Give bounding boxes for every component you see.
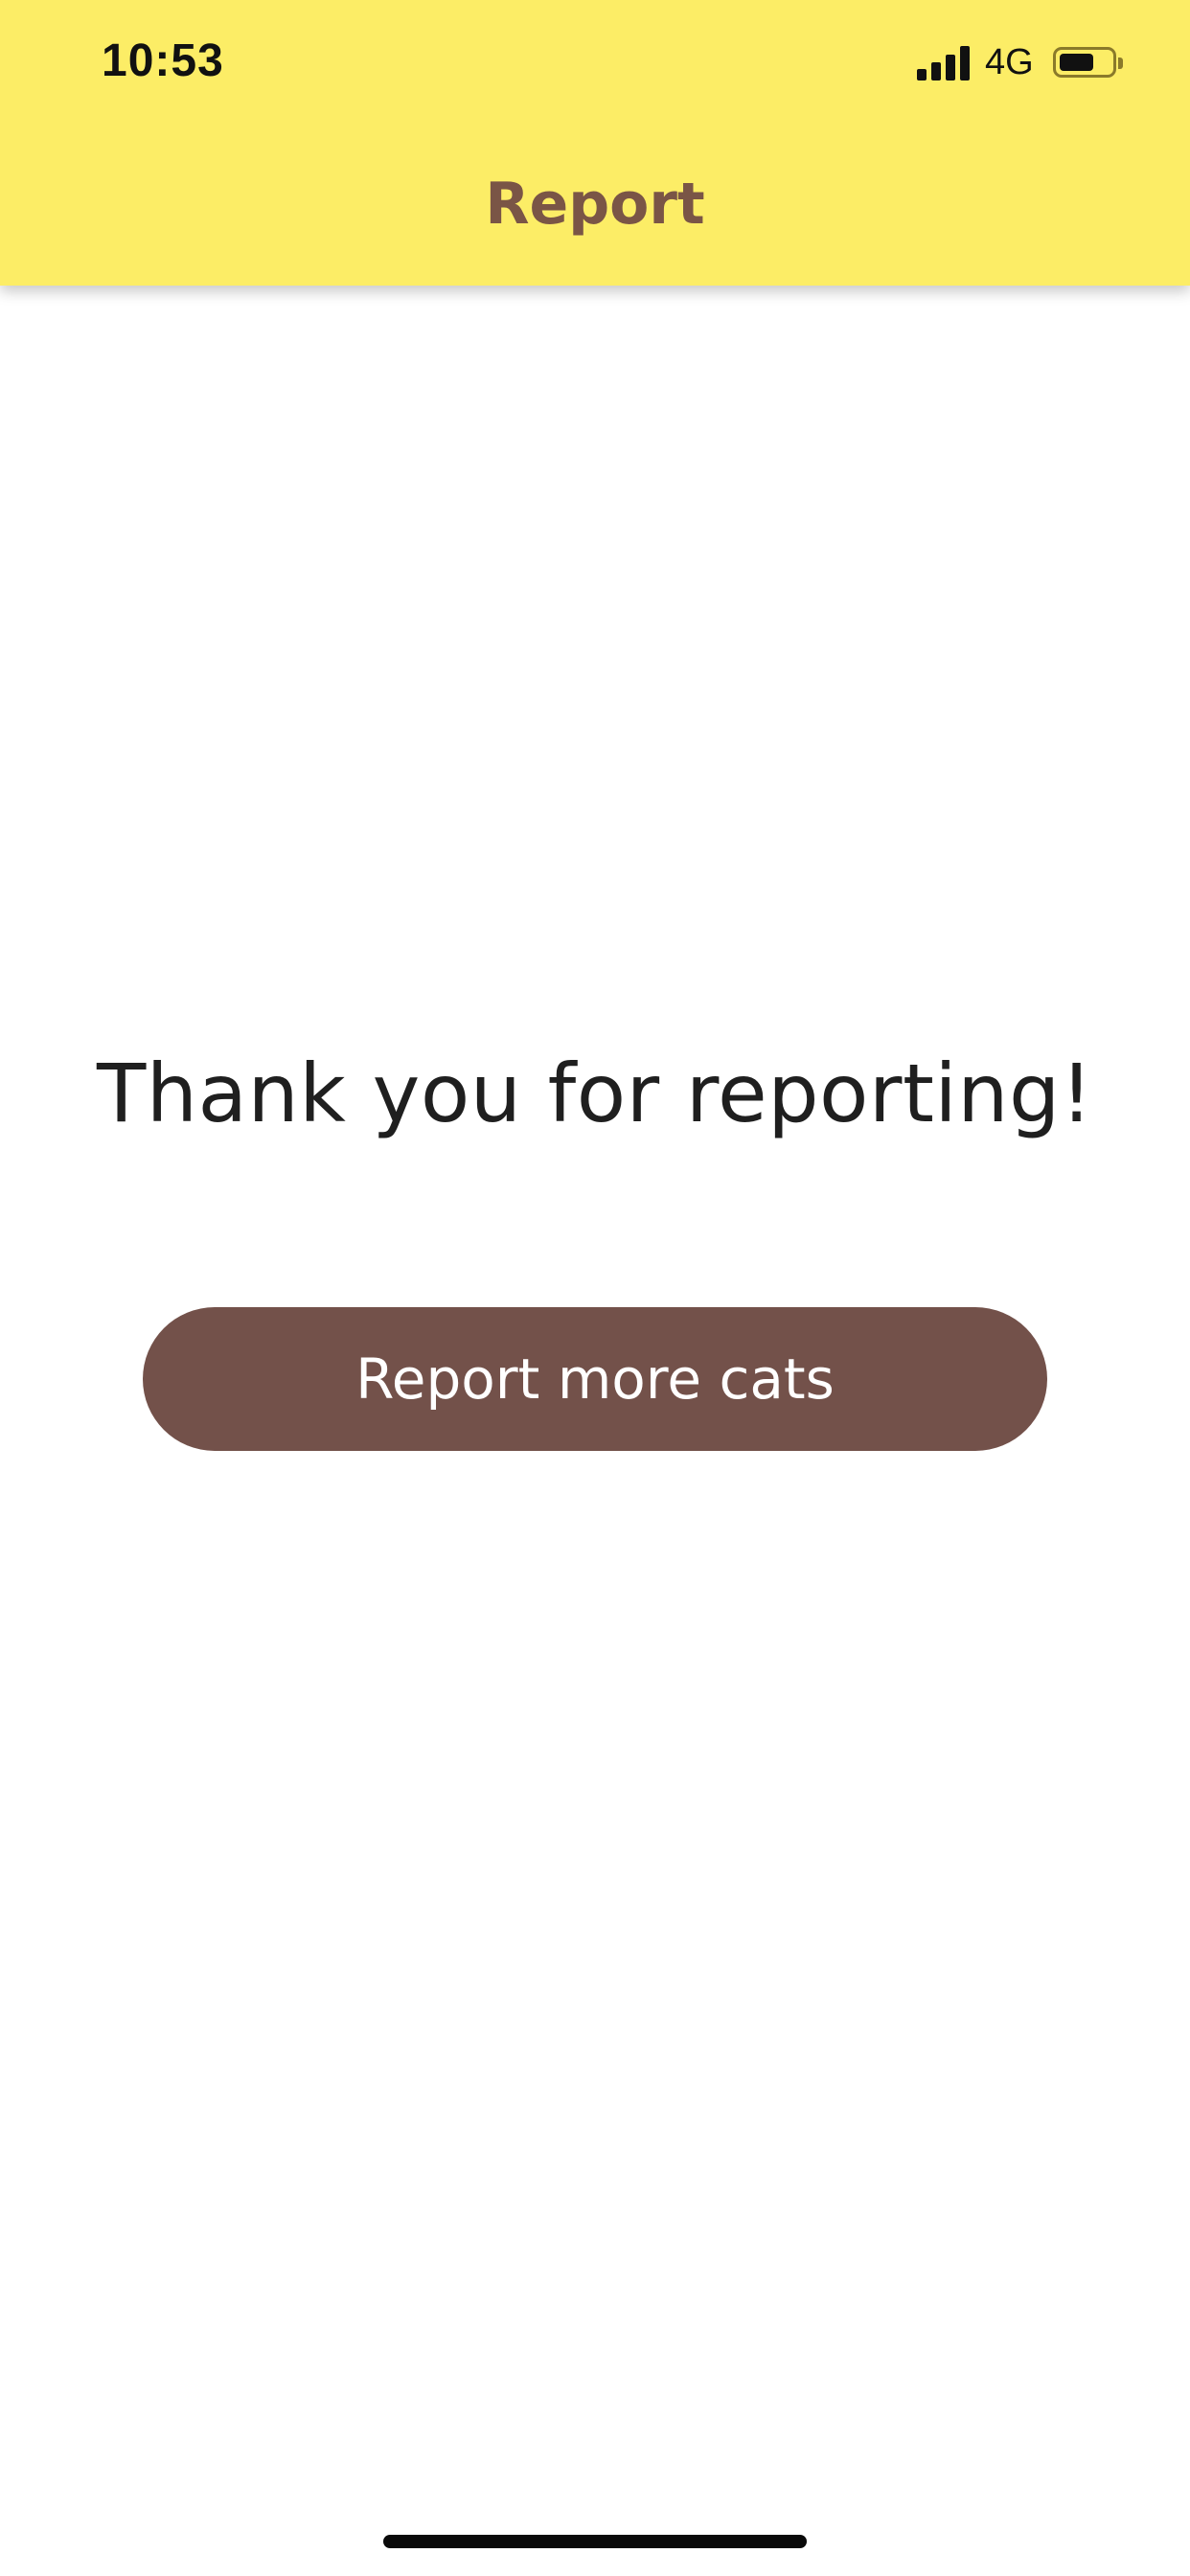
battery-cap xyxy=(1118,58,1123,69)
battery-level-fill xyxy=(1060,54,1093,71)
home-indicator[interactable] xyxy=(383,2535,807,2548)
battery-icon xyxy=(1053,47,1116,78)
report-confirmation-screen: 10:53 4G Report Thank you for reporting!… xyxy=(0,0,1190,2576)
thank-you-message: Thank you for reporting! xyxy=(97,1046,1093,1140)
network-type: 4G xyxy=(985,42,1034,82)
cellular-signal-icon xyxy=(917,46,971,80)
app-header: 10:53 4G Report xyxy=(0,0,1190,286)
report-more-cats-button[interactable]: Report more cats xyxy=(143,1307,1047,1451)
page-title: Report xyxy=(485,171,705,238)
status-time: 10:53 xyxy=(102,35,224,86)
